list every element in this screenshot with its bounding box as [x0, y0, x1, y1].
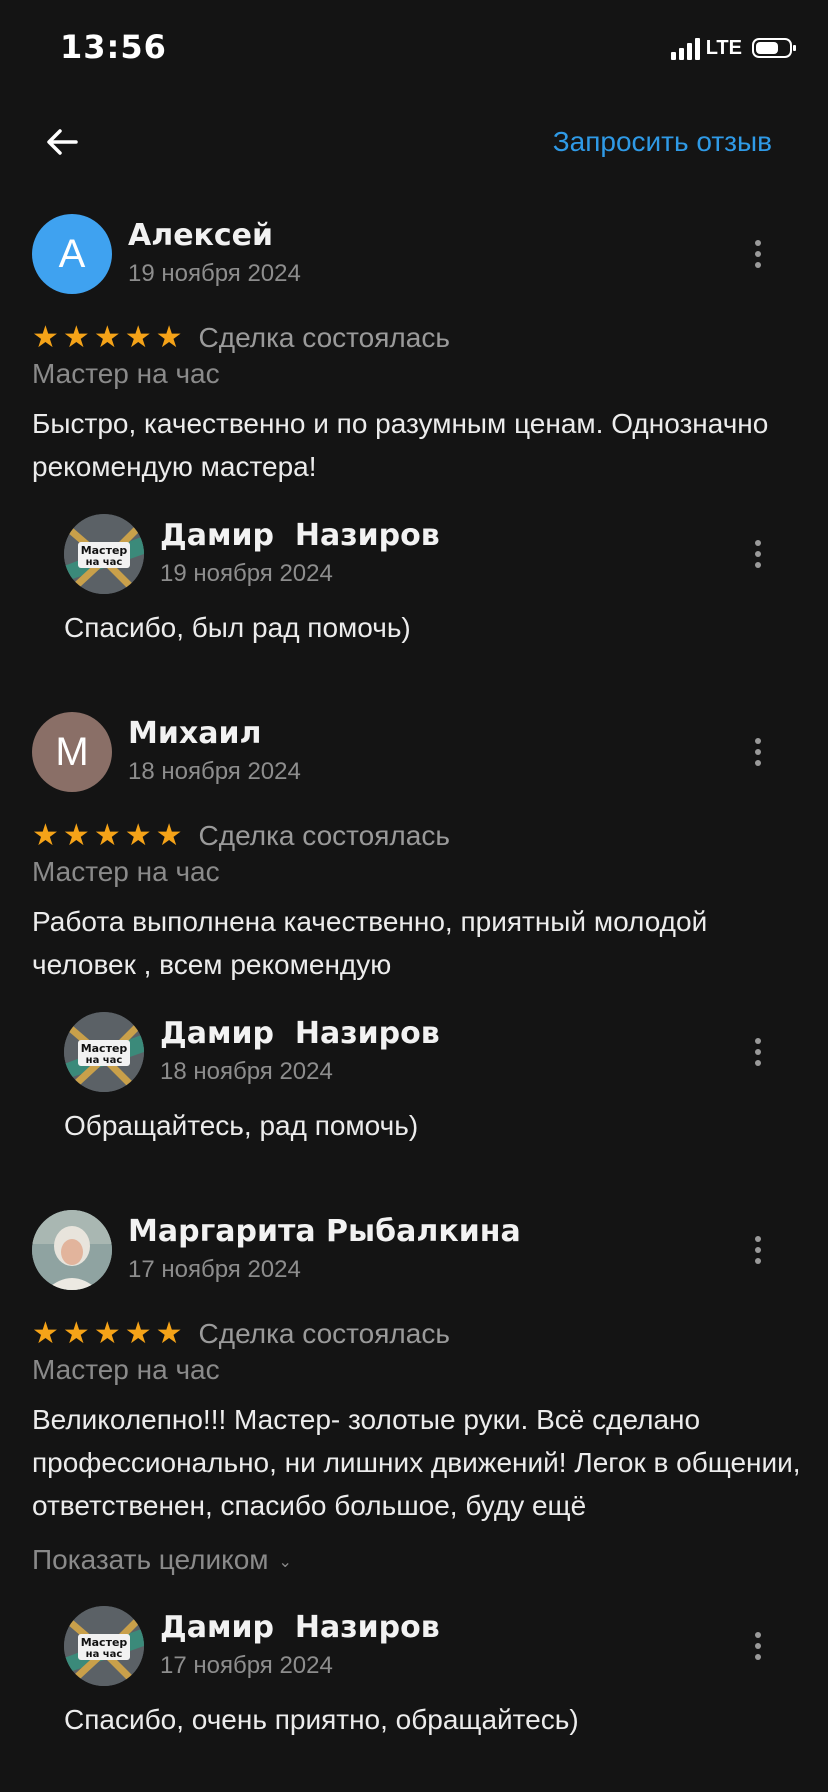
reply-text: Обращайтесь, рад помочь) — [64, 1110, 419, 1141]
avatar[interactable]: М — [32, 712, 112, 792]
reply-text: Спасибо, был рад помочь) — [64, 612, 411, 643]
more-options-button[interactable] — [752, 234, 764, 274]
svg-text:Мастер: Мастер — [81, 1636, 128, 1649]
star-icon: ★ — [62, 1316, 90, 1351]
deal-status: Сделка состоялась — [198, 322, 450, 353]
star-icon: ★ — [32, 1316, 59, 1351]
star-icon: ★ — [124, 818, 152, 853]
review-text: Работа выполнена качественно, приятный м… — [32, 906, 708, 980]
star-rating: ★ ★ ★ ★ ★ — [32, 1317, 183, 1351]
star-icon: ★ — [93, 1316, 121, 1351]
service-category: Мастер на час — [32, 358, 220, 389]
rating-row: ★ ★ ★ ★ ★ Сделка состоялась — [32, 318, 450, 358]
reply-more-options-button[interactable] — [752, 534, 764, 574]
reply-more-options-button[interactable] — [752, 1626, 764, 1666]
service-category: Мастер на час — [32, 856, 220, 887]
star-icon: ★ — [155, 1316, 183, 1351]
reply-author-name[interactable]: Дамир Назиров — [160, 1610, 440, 1645]
star-icon: ★ — [124, 1316, 152, 1351]
star-icon: ★ — [32, 818, 59, 853]
master-logo-avatar[interactable]: Мастер на час — [64, 514, 144, 594]
star-icon: ★ — [124, 320, 152, 355]
review-text: Быстро, качественно и по разумным ценам.… — [32, 408, 769, 482]
chevron-down-icon: ⌄ — [278, 1553, 292, 1571]
reviewer-name[interactable]: Маргарита Рыбалкина — [128, 1214, 521, 1249]
master-logo-avatar[interactable]: Мастер на час — [64, 1012, 144, 1092]
svg-text:Мастер: Мастер — [81, 544, 128, 557]
request-review-link[interactable]: Запросить отзыв — [553, 126, 772, 158]
show-full-label: Показать целиком — [32, 1544, 269, 1575]
deal-status: Сделка состоялась — [198, 1318, 450, 1349]
reply-more-options-button[interactable] — [752, 1032, 764, 1072]
star-icon: ★ — [62, 818, 90, 853]
svg-text:Мастер: Мастер — [81, 1042, 128, 1055]
back-button[interactable] — [40, 120, 84, 164]
review-date: 17 ноября 2024 — [128, 1256, 301, 1283]
reply-author-name[interactable]: Дамир Назиров — [160, 1016, 440, 1051]
svg-text:на час: на час — [86, 1055, 123, 1066]
reply-text: Спасибо, очень приятно, обращайтесь) — [64, 1704, 579, 1735]
star-rating: ★ ★ ★ ★ ★ — [32, 321, 183, 355]
arrow-left-icon — [47, 129, 78, 155]
network-type: LTE — [705, 36, 742, 59]
status-time: 13:56 — [60, 28, 167, 66]
review-text: Великолепно!!! Мастер- золотые руки. Всё… — [32, 1404, 801, 1521]
reviewer-name[interactable]: Алексей — [128, 218, 273, 253]
status-bar: 13:56 LTE — [0, 0, 828, 100]
reply-date: 19 ноября 2024 — [160, 560, 333, 587]
review-date: 19 ноября 2024 — [128, 260, 301, 287]
deal-status: Сделка состоялась — [198, 820, 450, 851]
star-icon: ★ — [93, 320, 121, 355]
review-date: 18 ноября 2024 — [128, 758, 301, 785]
avatar[interactable]: А — [32, 214, 112, 294]
svg-text:на час: на час — [86, 1649, 123, 1660]
svg-text:на час: на час — [86, 557, 123, 568]
rating-row: ★ ★ ★ ★ ★ Сделка состоялась — [32, 816, 450, 856]
star-rating: ★ ★ ★ ★ ★ — [32, 819, 183, 853]
status-icons: LTE — [670, 36, 796, 60]
avatar[interactable] — [32, 1210, 112, 1290]
star-icon: ★ — [32, 320, 59, 355]
show-full-button[interactable]: Показать целиком ⌄ — [32, 1544, 292, 1576]
reply-date: 18 ноября 2024 — [160, 1058, 333, 1085]
star-icon: ★ — [155, 818, 183, 853]
master-logo-avatar[interactable]: Мастер на час — [64, 1606, 144, 1686]
reviewer-name[interactable]: Михаил — [128, 716, 261, 751]
star-icon: ★ — [62, 320, 90, 355]
more-options-button[interactable] — [752, 732, 764, 772]
star-icon: ★ — [155, 320, 183, 355]
top-nav: Запросить отзыв — [0, 100, 828, 180]
reply-date: 17 ноября 2024 — [160, 1652, 333, 1679]
reply-author-name[interactable]: Дамир Назиров — [160, 518, 440, 553]
signal-icon — [670, 36, 700, 60]
star-icon: ★ — [93, 818, 121, 853]
rating-row: ★ ★ ★ ★ ★ Сделка состоялась — [32, 1314, 450, 1354]
service-category: Мастер на час — [32, 1354, 220, 1385]
battery-icon — [752, 38, 796, 58]
user-photo-avatar — [32, 1210, 112, 1290]
more-options-button[interactable] — [752, 1230, 764, 1270]
